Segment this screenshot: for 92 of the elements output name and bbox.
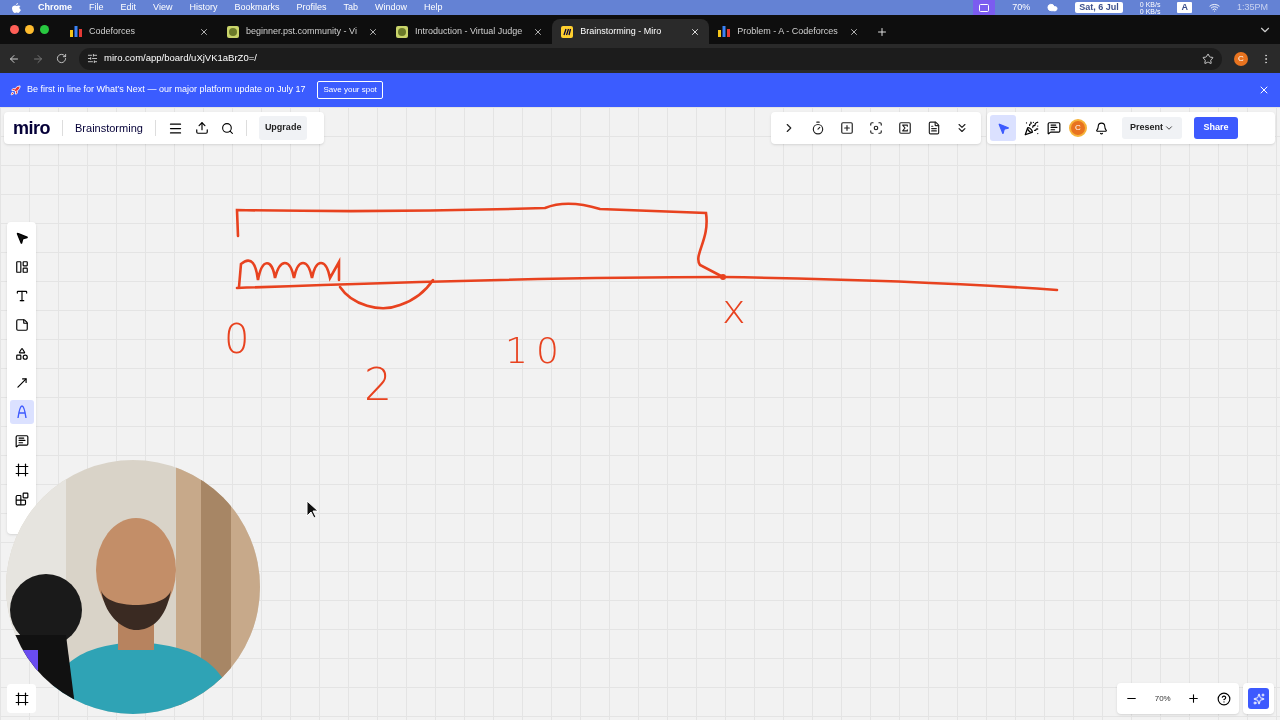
zoom-in-icon[interactable] [1187, 692, 1201, 705]
close-icon[interactable] [848, 26, 859, 37]
handwritten-label: 0 [224, 319, 250, 359]
miro-app-icon [561, 25, 574, 38]
banner-text: Be first in line for What’s Next — our major platform update on July 17 [27, 83, 306, 97]
browser-tab[interactable]: Problem - A - Codeforces [709, 19, 868, 44]
input-source[interactable]: A [1177, 2, 1192, 13]
tab-title: Codeforces [89, 24, 137, 38]
share-button[interactable]: Share [1194, 117, 1238, 139]
battery-percent: 70% [1012, 0, 1031, 14]
present-button[interactable]: Present [1122, 117, 1182, 139]
card-icon[interactable] [840, 121, 855, 135]
notes-icon[interactable] [926, 121, 941, 135]
address-field[interactable]: miro.com/app/board/uXjVK1aBrZ0=/ [79, 47, 1222, 70]
site-settings-icon[interactable] [87, 53, 98, 64]
handwritten-label: x [722, 289, 746, 329]
handwritten-label: 2 [364, 363, 392, 407]
apps-icon [14, 492, 29, 506]
frames-button[interactable] [7, 684, 36, 713]
screen-share-icon[interactable] [973, 0, 996, 15]
close-icon[interactable] [367, 26, 378, 37]
menu-item[interactable]: Window [374, 0, 407, 15]
layout-icon [14, 260, 29, 274]
arrow-icon [14, 376, 29, 390]
menu-item[interactable]: Bookmarks [234, 0, 280, 15]
search-icon[interactable] [220, 121, 234, 135]
menu-item[interactable]: Profiles [296, 0, 327, 15]
pointer-icon [996, 121, 1010, 135]
handwritten-label: 10 [505, 333, 567, 369]
close-icon[interactable] [533, 26, 544, 37]
pen-icon [14, 405, 29, 419]
ai-assistant-button[interactable] [1243, 683, 1274, 714]
smiley-icon [395, 25, 408, 38]
tab-title: Problem - A - Codeforces [737, 24, 839, 38]
zoom-level[interactable]: 70% [1154, 692, 1171, 705]
board-title[interactable]: Brainstorming [75, 119, 143, 137]
apple-icon [12, 2, 21, 13]
menu-item[interactable]: File [89, 0, 104, 15]
bookmark-star-icon[interactable] [1202, 52, 1214, 65]
menu-item[interactable]: Help [424, 0, 443, 15]
bell-icon[interactable] [1095, 121, 1108, 135]
smiley-icon [227, 25, 239, 38]
menu-icon[interactable] [167, 120, 183, 136]
close-icon[interactable] [199, 26, 209, 37]
bar-chart-icon [718, 26, 731, 37]
sticky-note-icon [14, 318, 29, 332]
mouse-cursor-icon [306, 500, 319, 519]
url-text: miro.com/app/board/uXjVK1aBrZ0=/ [104, 51, 257, 66]
close-icon[interactable] [1258, 84, 1270, 96]
menu-app-name[interactable]: Chrome [38, 0, 72, 15]
board-canvas[interactable]: miro Brainstorming Upgrade C Present Share 0 2 10 x 70% [0, 107, 1280, 720]
text-icon [14, 289, 29, 303]
cursor-toggle[interactable] [990, 115, 1016, 141]
comment-icon[interactable] [1047, 121, 1061, 135]
caret-icon [1164, 123, 1174, 133]
tab-title: Brainstorming - Miro [580, 24, 663, 38]
bar-chart-icon [70, 26, 82, 37]
tab-title: Introduction - Virtual Judge [414, 24, 524, 38]
browser-tab[interactable]: beginner.pst.community - Vi [218, 19, 387, 44]
sparkles-icon [1252, 692, 1265, 705]
browser-tab[interactable]: Codeforces [61, 19, 218, 44]
save-spot-button[interactable]: Save your spot [317, 81, 383, 99]
user-avatar[interactable]: C [1069, 119, 1087, 137]
cloud-icon[interactable] [1047, 2, 1059, 13]
menu-item[interactable]: Edit [120, 0, 137, 15]
profile-avatar[interactable]: C [1234, 51, 1248, 66]
counter-icon[interactable] [897, 121, 912, 135]
reload-icon[interactable] [56, 53, 67, 64]
close-icon[interactable] [690, 26, 701, 37]
frame-icon [14, 463, 29, 477]
back-icon[interactable] [8, 52, 20, 65]
focus-icon[interactable] [868, 121, 883, 135]
comment-icon [14, 434, 29, 448]
menu-item[interactable]: History [189, 0, 218, 15]
help-icon[interactable] [1216, 691, 1231, 706]
export-icon[interactable] [194, 121, 209, 135]
upgrade-button[interactable]: Upgrade [258, 116, 308, 140]
new-tab-icon[interactable] [875, 25, 888, 38]
frame-icon [14, 691, 29, 706]
tab-title: beginner.pst.community - Vi [246, 24, 358, 38]
reaction-icon[interactable] [1024, 120, 1039, 136]
miro-logo[interactable]: miro [13, 114, 50, 142]
timer-icon[interactable] [811, 121, 826, 135]
browser-tab[interactable]: Introduction - Virtual Judge [386, 19, 553, 44]
wifi-icon[interactable] [1208, 2, 1220, 13]
menu-item[interactable]: Tab [343, 0, 358, 15]
rocket-icon [10, 84, 21, 96]
browser-tab[interactable]: Brainstorming - Miro [552, 19, 710, 44]
pointer-icon [14, 231, 29, 245]
shapes-icon [14, 347, 29, 361]
date-label[interactable]: Sat, 6 Jul [1075, 2, 1123, 13]
menu-item[interactable]: View [153, 0, 173, 15]
